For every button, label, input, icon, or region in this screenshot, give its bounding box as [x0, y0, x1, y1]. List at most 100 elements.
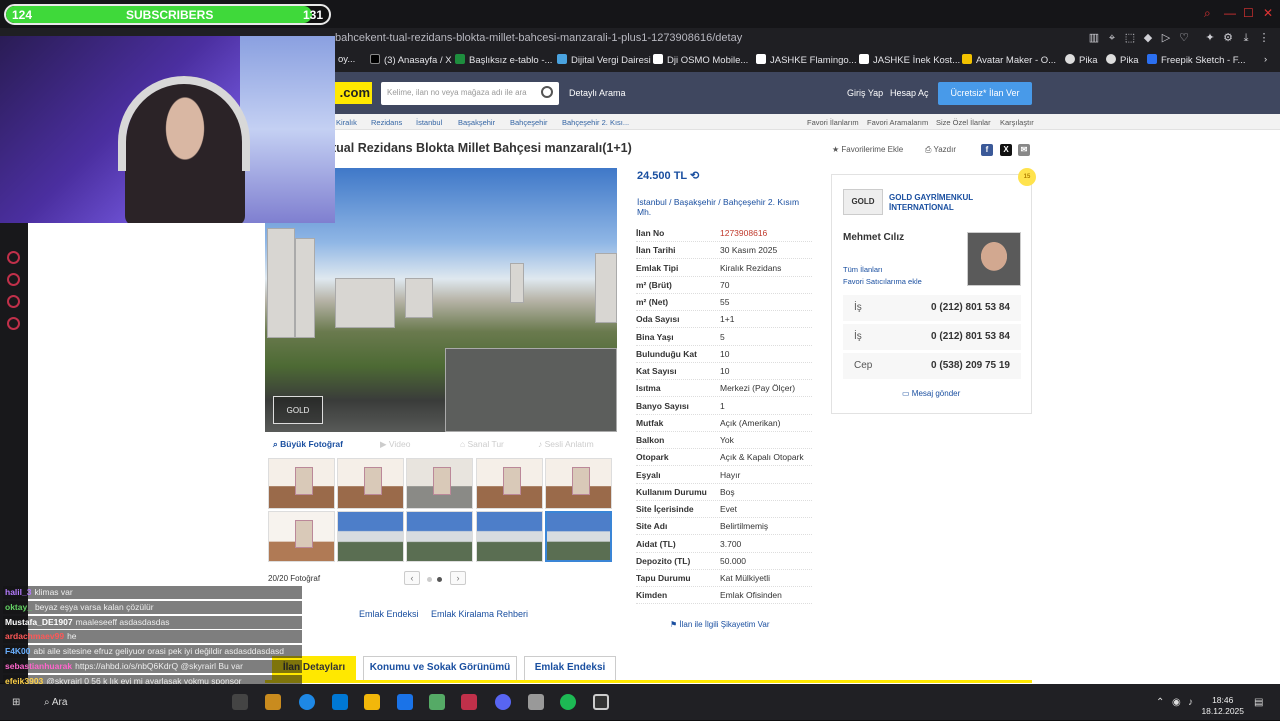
gear-icon[interactable]: [7, 317, 20, 330]
large-photo-button[interactable]: ⌕ Büyük Fotoğraf: [273, 439, 343, 450]
pin-icon[interactable]: ⌖: [1106, 32, 1118, 44]
login-link[interactable]: Giriş Yap: [847, 88, 883, 98]
favorite-searches-link[interactable]: Favori Aramalarım: [867, 118, 928, 127]
photo-thumbnail[interactable]: [337, 458, 404, 509]
footer-link-kiralama-rehberi[interactable]: Emlak Kiralama Rehberi: [431, 609, 528, 619]
app-icon[interactable]: [528, 694, 544, 710]
bookmark-item[interactable]: JASHKE İnek Kost...: [859, 54, 960, 66]
facebook-icon[interactable]: f: [981, 144, 993, 156]
phone-number[interactable]: 0 (212) 801 53 84: [931, 324, 1010, 350]
add-favorite-button[interactable]: ★ Favorilerime Ekle: [832, 145, 903, 154]
chat-username[interactable]: sebastianhuarak: [5, 661, 72, 671]
x-share-icon[interactable]: X: [1000, 144, 1012, 156]
site-logo[interactable]: .com: [335, 82, 372, 104]
complaint-link[interactable]: ⚑ İlan ile İlgili Şikayetim Var: [670, 620, 770, 629]
bookmark-item[interactable]: Başlıksız e-tablo -...: [455, 54, 552, 66]
breadcrumb-item[interactable]: Kiralık: [336, 118, 357, 127]
agency-logo[interactable]: GOLD: [843, 189, 883, 215]
detailed-search-link[interactable]: Detaylı Arama: [569, 88, 626, 98]
location-city[interactable]: İstanbul: [637, 197, 667, 207]
start-icon[interactable]: ⊞: [12, 697, 20, 708]
bookmark-item[interactable]: Avatar Maker - O...: [962, 54, 1056, 66]
all-listings-link[interactable]: Tüm İlanları: [843, 265, 883, 274]
shield-icon[interactable]: ◆: [1142, 32, 1154, 44]
bookmark-item[interactable]: (3) Anasayfa / X: [370, 54, 452, 66]
discord-icon[interactable]: [495, 694, 511, 710]
favorite-listings-link[interactable]: Favori İlanlarım: [807, 118, 859, 127]
bookmark-item[interactable]: Pika: [1065, 54, 1097, 66]
app-icon[interactable]: [429, 694, 445, 710]
bookmark-item[interactable]: Dji OSMO Mobile...: [653, 54, 748, 66]
opera-icon[interactable]: [461, 694, 477, 710]
photo-thumbnail[interactable]: [268, 458, 335, 509]
footer-link-emlak-endeksi[interactable]: Emlak Endeksi: [359, 609, 419, 619]
menu-icon[interactable]: ⋮: [1258, 32, 1270, 44]
search-input[interactable]: Kelime, ilan no veya mağaza adı ile ara: [381, 82, 559, 105]
photo-thumbnail[interactable]: [545, 458, 612, 509]
agency-name[interactable]: GOLD GAYRİMENKUL İNTERNATİONAL: [889, 193, 1019, 213]
search-icon[interactable]: ⌕ Ara: [44, 697, 67, 708]
alert-icon[interactable]: [7, 251, 20, 264]
photo-thumbnail[interactable]: [337, 511, 404, 562]
page-dot[interactable]: [427, 577, 432, 582]
volume-icon[interactable]: ♪: [1188, 697, 1193, 708]
photo-thumbnail[interactable]: [268, 511, 335, 562]
chat-username[interactable]: ardachmaev99: [5, 631, 64, 641]
breadcrumb-item[interactable]: İstanbul: [416, 118, 442, 127]
app-icon[interactable]: [397, 694, 413, 710]
download-icon[interactable]: ⤓: [1240, 32, 1252, 44]
settings-icon[interactable]: ⚙: [1222, 32, 1234, 44]
free-ad-button[interactable]: Ücretsiz* İlan Ver: [938, 82, 1032, 105]
spotify-icon[interactable]: [560, 694, 576, 710]
chat-username[interactable]: F4K00: [5, 646, 31, 656]
screenshot-icon[interactable]: ⬚: [1124, 32, 1136, 44]
extensions-icon[interactable]: ✦: [1204, 32, 1216, 44]
clock[interactable]: 18:46 18.12.2025: [1201, 695, 1244, 717]
bookmark-item[interactable]: Pika: [1106, 54, 1138, 66]
phone-number[interactable]: 0 (538) 209 75 19: [931, 353, 1010, 379]
folder-icon[interactable]: [364, 694, 380, 710]
location-district[interactable]: Başakşehir: [674, 197, 716, 207]
controller-icon[interactable]: [7, 295, 20, 308]
heart-icon[interactable]: ♡: [1178, 32, 1190, 44]
maximize-icon[interactable]: ☐: [1243, 6, 1254, 20]
breadcrumb-item[interactable]: Bahçeşehir 2. Kısı...: [562, 118, 629, 127]
bookmark-item[interactable]: Freepik Sketch - F...: [1147, 54, 1245, 66]
favorite-seller-link[interactable]: Favori Satıcılarıma ekle: [843, 277, 922, 286]
bookmark-item[interactable]: Dijital Vergi Dairesi: [557, 54, 651, 66]
app-icon[interactable]: [265, 694, 281, 710]
send-message-button[interactable]: ▭ Mesaj gönder: [902, 389, 960, 398]
wifi-icon[interactable]: ◉: [1172, 697, 1181, 708]
task-view-icon[interactable]: [232, 694, 248, 710]
tab-emlak-endeksi[interactable]: Emlak Endeksi: [524, 656, 616, 680]
store-icon[interactable]: [332, 694, 348, 710]
bookmark-item[interactable]: JASHKE Flamingo...: [756, 54, 857, 66]
register-link[interactable]: Hesap Aç: [890, 88, 929, 98]
play-icon[interactable]: ▷: [1160, 32, 1172, 44]
chat-username[interactable]: Mustafa_DE1907: [5, 617, 73, 627]
minimize-icon[interactable]: —: [1224, 6, 1236, 20]
edge-icon[interactable]: [299, 694, 315, 710]
mail-icon[interactable]: ✉: [1018, 144, 1030, 156]
notifications-icon[interactable]: ▤: [1254, 697, 1263, 708]
obs-icon[interactable]: [593, 694, 609, 710]
breadcrumb-item[interactable]: Rezidans: [371, 118, 402, 127]
history-icon[interactable]: ⟲: [690, 170, 699, 182]
search-icon[interactable]: ⌕: [1204, 6, 1211, 21]
clock-icon[interactable]: [7, 273, 20, 286]
phone-number[interactable]: 0 (212) 801 53 84: [931, 295, 1010, 321]
photo-thumbnail[interactable]: [406, 511, 473, 562]
tray-chevron-icon[interactable]: ⌃: [1156, 697, 1164, 708]
special-listings-link[interactable]: Size Özel İlanlar: [936, 118, 991, 127]
photo-thumbnail[interactable]: [476, 458, 543, 509]
print-button[interactable]: ⎙ Yazdır: [925, 145, 956, 155]
bookmarks-overflow-icon[interactable]: ›: [1264, 54, 1267, 65]
breadcrumb-item[interactable]: Bahçeşehir: [510, 118, 548, 127]
search-icon[interactable]: [541, 86, 553, 98]
photo-thumbnail[interactable]: [476, 511, 543, 562]
photo-thumbnail-selected[interactable]: [545, 511, 612, 562]
chat-username[interactable]: halil_3: [5, 587, 31, 597]
breadcrumb-item[interactable]: Başakşehir: [458, 118, 495, 127]
tab-konum[interactable]: Konumu ve Sokak Görünümü: [363, 656, 517, 680]
photo-thumbnail[interactable]: [406, 458, 473, 509]
